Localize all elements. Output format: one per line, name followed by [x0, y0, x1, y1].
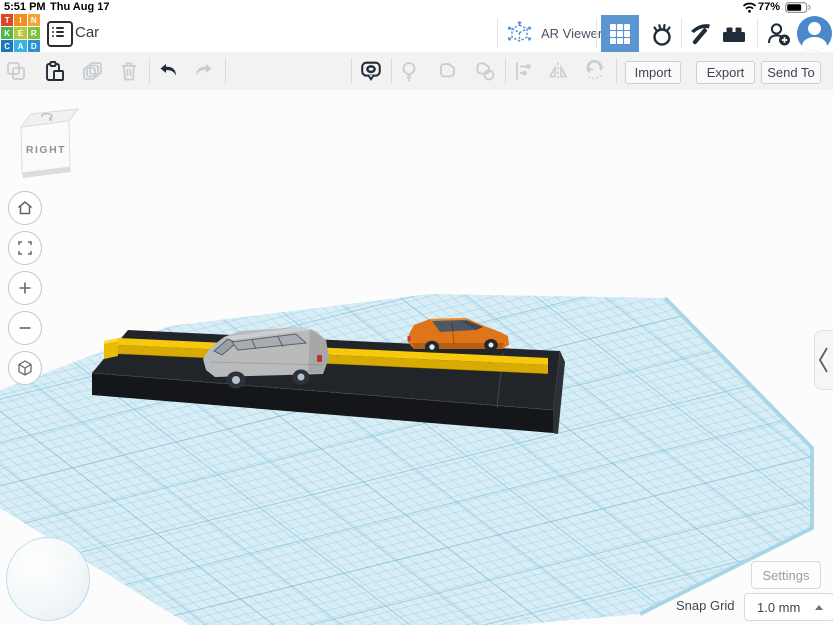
sedan-object[interactable] [408, 318, 510, 353]
logo-tile: K [1, 27, 13, 39]
status-date: Thu Aug 17 [50, 1, 109, 13]
zoom-in-button[interactable] [8, 271, 42, 305]
ar-viewer-button[interactable]: AR Viewer [500, 14, 602, 52]
divider [757, 18, 758, 48]
export-minecraft-button[interactable] [686, 20, 714, 48]
status-bar: 5:51 PM Thu Aug 17 77% [0, 0, 833, 14]
import-button[interactable]: Import [625, 61, 681, 84]
battery-percent: 77% [758, 1, 780, 13]
logo-tile: C [1, 40, 13, 52]
perspective-cube-icon [15, 358, 35, 378]
add-person-icon [766, 21, 792, 47]
notes-button[interactable] [359, 59, 383, 83]
caret-up-icon [815, 605, 823, 610]
paste-button[interactable] [42, 59, 66, 83]
edit-toolbar: Import Export Send To [0, 52, 833, 91]
group-button[interactable] [435, 59, 459, 83]
header-bar: T I N K E R C A D Car AR Viewe [0, 14, 833, 53]
fit-view-icon [15, 238, 35, 258]
divider [596, 18, 597, 48]
battery-icon [785, 2, 811, 13]
logo-tile: D [28, 40, 40, 52]
logo-tile: R [28, 27, 40, 39]
copy-button[interactable] [4, 59, 28, 83]
lego-brick-icon [720, 20, 748, 48]
perspective-toggle-button[interactable] [8, 351, 42, 385]
export-brick-button[interactable] [719, 20, 749, 48]
divider [351, 58, 352, 84]
ungroup-button[interactable] [473, 59, 497, 83]
send-to-button[interactable]: Send To [761, 61, 821, 84]
logo-tile: N [28, 14, 40, 26]
undo-button[interactable] [157, 59, 181, 83]
divider [225, 58, 226, 84]
shapes-panel-handle[interactable] [814, 330, 833, 390]
export-button[interactable]: Export [696, 61, 755, 84]
fit-view-button[interactable] [8, 231, 42, 265]
modeling-canvas[interactable]: RIGHT Settings Snap Grid 1.0 mm [0, 90, 833, 625]
wifi-icon [742, 2, 757, 13]
profile-avatar[interactable] [797, 16, 832, 51]
design-title: Car [75, 14, 99, 52]
mirror-button[interactable] [546, 59, 570, 83]
logo-tile: A [14, 40, 26, 52]
snap-grid-label: Snap Grid [676, 593, 735, 619]
home-view-button[interactable] [8, 191, 42, 225]
logo-tile: I [14, 14, 26, 26]
divider [505, 58, 506, 84]
chevron-left-icon [815, 331, 833, 389]
ar-viewer-label: AR Viewer [541, 26, 602, 41]
ar-cube-icon [506, 20, 533, 47]
design-menu-icon[interactable] [47, 21, 73, 47]
divider [497, 18, 498, 48]
ruler-magnet-button[interactable] [583, 59, 607, 83]
home-icon [15, 198, 35, 218]
tinkercad-logo[interactable]: T I N K E R C A D [1, 14, 40, 52]
divider [616, 58, 617, 84]
clock-time: 5:51 PM [4, 1, 46, 13]
avatar-body [802, 37, 827, 51]
add-collaborator-button[interactable] [765, 20, 793, 48]
scene-3d: RIGHT [0, 90, 833, 625]
zoom-out-button[interactable] [8, 311, 42, 345]
avatar-head [808, 22, 821, 35]
snap-grid-value: 1.0 mm [745, 600, 815, 615]
view-cube-label: RIGHT [26, 144, 66, 156]
logo-tile: E [14, 27, 26, 39]
view-cube[interactable]: RIGHT [21, 109, 78, 178]
grab-hand-button[interactable] [647, 20, 677, 48]
redo-button[interactable] [191, 59, 215, 83]
grab-hand-icon [648, 20, 676, 48]
logo-tile: T [1, 14, 13, 26]
divider [391, 58, 392, 84]
delete-button[interactable] [117, 59, 141, 83]
workplane-grid-button[interactable] [601, 15, 639, 53]
settings-button[interactable]: Settings [751, 561, 821, 589]
plus-icon [15, 278, 35, 298]
pickaxe-icon [687, 21, 713, 47]
orbit-pad[interactable] [6, 537, 90, 621]
align-button[interactable] [511, 59, 535, 83]
minus-icon [15, 318, 35, 338]
duplicate-button[interactable] [80, 59, 104, 83]
grid-icon [609, 23, 631, 45]
show-all-button[interactable] [397, 59, 421, 83]
divider [681, 18, 682, 48]
snap-grid-dropdown[interactable]: 1.0 mm [744, 593, 833, 621]
divider [149, 58, 150, 84]
